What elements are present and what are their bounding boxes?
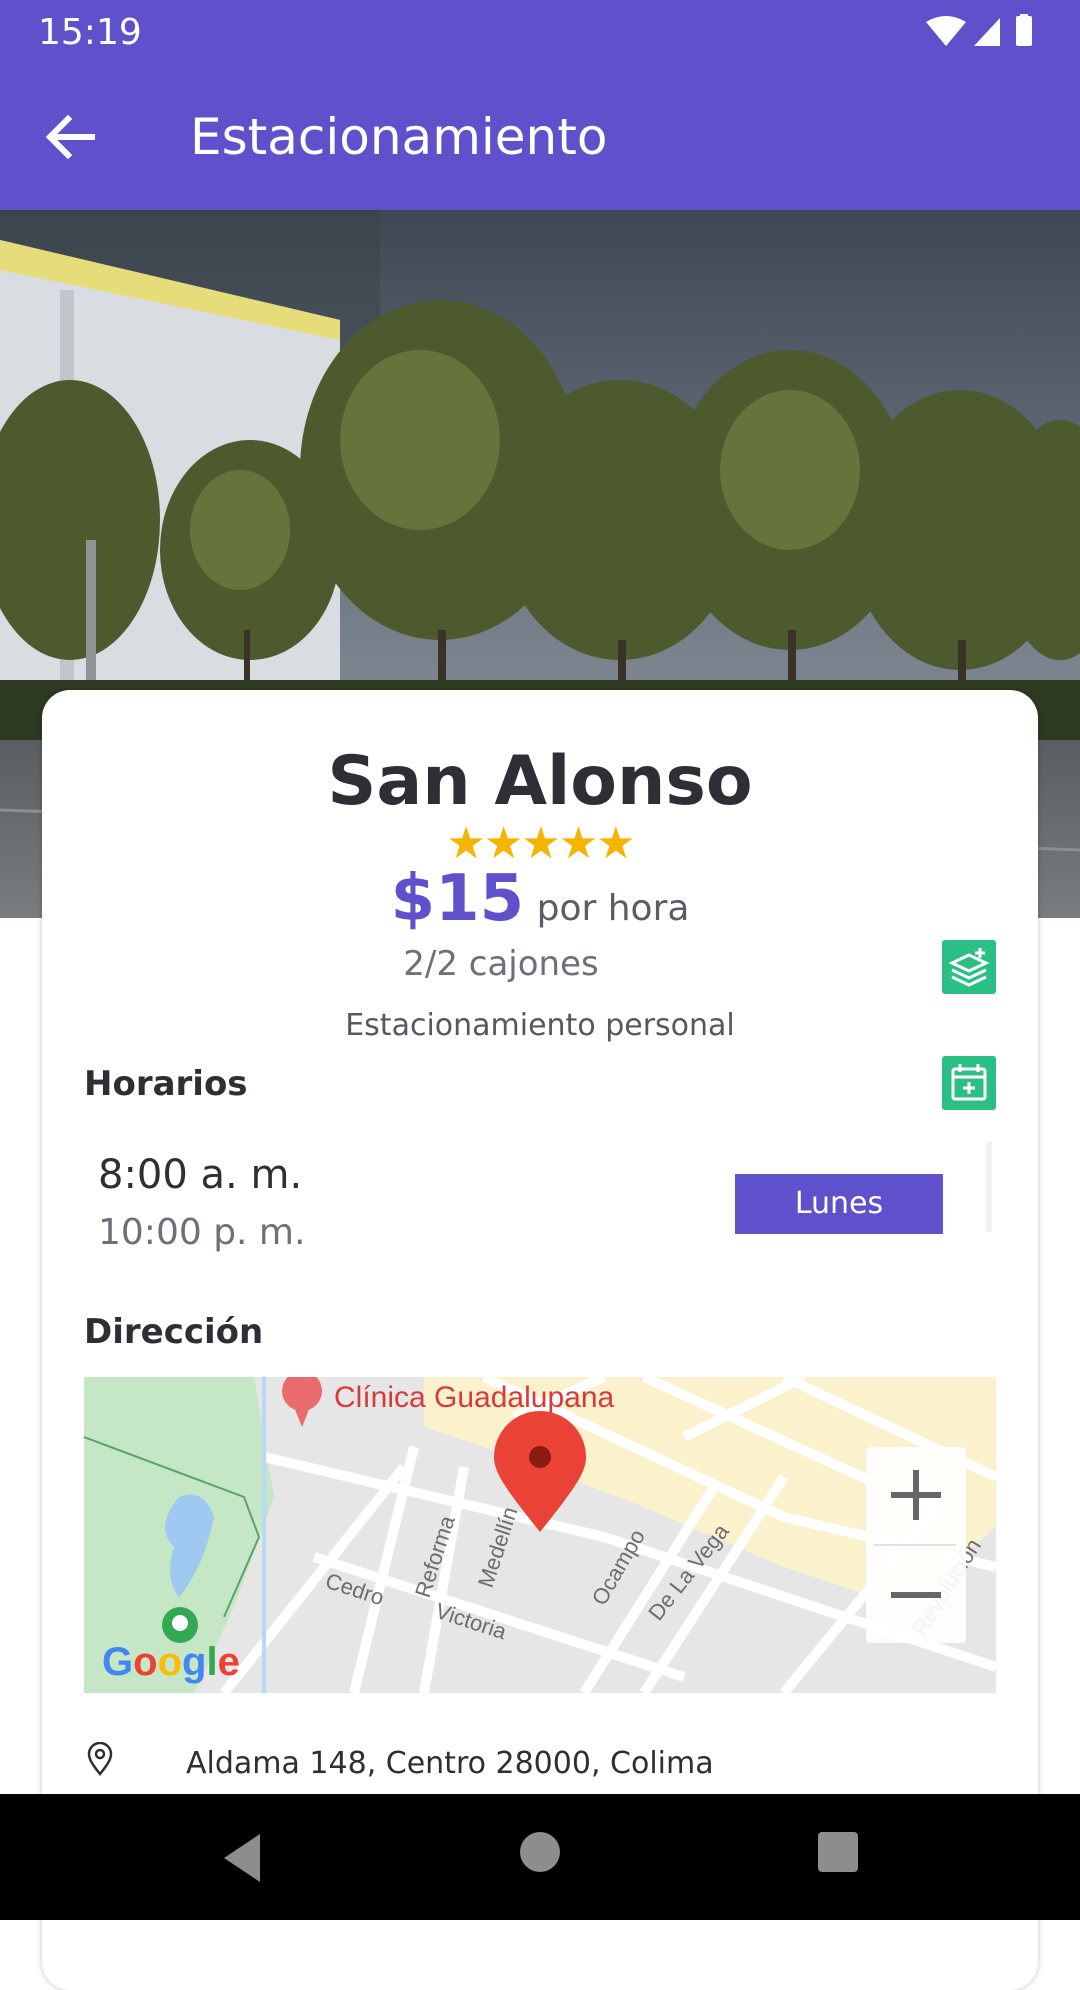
address-heading: Dirección [84, 1312, 264, 1352]
status-icons [926, 14, 1032, 46]
page-title: Estacionamiento [190, 108, 608, 166]
google-logo: Google [102, 1640, 240, 1684]
schedule-heading: Horarios [84, 1064, 248, 1104]
layers-add-icon [948, 948, 990, 987]
schedule-scrollbar [986, 1142, 992, 1232]
spaces-count: 2/2 cajones [403, 944, 599, 984]
day-button[interactable]: Lunes [735, 1174, 943, 1234]
nav-back-icon[interactable] [216, 1830, 270, 1886]
price-row: $15 por hora [42, 862, 1038, 936]
status-time: 15:19 [38, 12, 142, 53]
battery-icon [1016, 16, 1032, 46]
map-poi-label: Clínica Guadalupana [334, 1381, 615, 1414]
calendar-add-icon [951, 1064, 987, 1101]
price-unit: por hora [536, 888, 690, 929]
price: $15 [390, 862, 525, 936]
nav-home-icon[interactable] [520, 1832, 560, 1872]
address-text: Aldama 148, Centro 28000, Colima [186, 1746, 714, 1781]
status-bar: 15:19 [0, 0, 1080, 63]
signal-icon [974, 18, 1000, 46]
parking-name: San Alonso [327, 742, 753, 821]
close-time: 10:00 p. m. [98, 1212, 306, 1253]
open-time: 8:00 a. m. [98, 1152, 303, 1198]
add-spaces-button[interactable] [942, 940, 996, 994]
address-row: Aldama 148, Centro 28000, Colima [84, 1740, 984, 1790]
location-pin-icon [87, 1742, 113, 1776]
location-map[interactable]: Cedro Victoria Reforma Medellín Ocampo D… [84, 1377, 996, 1693]
nav-recents-icon[interactable] [818, 1832, 858, 1872]
back-arrow-icon[interactable] [34, 101, 106, 173]
app-bar: Estacionamiento [0, 63, 1080, 210]
system-nav-bar [0, 1794, 1080, 1920]
wifi-icon [926, 16, 966, 46]
add-schedule-button[interactable] [942, 1056, 996, 1110]
parking-type: Estacionamiento personal [345, 1008, 735, 1043]
